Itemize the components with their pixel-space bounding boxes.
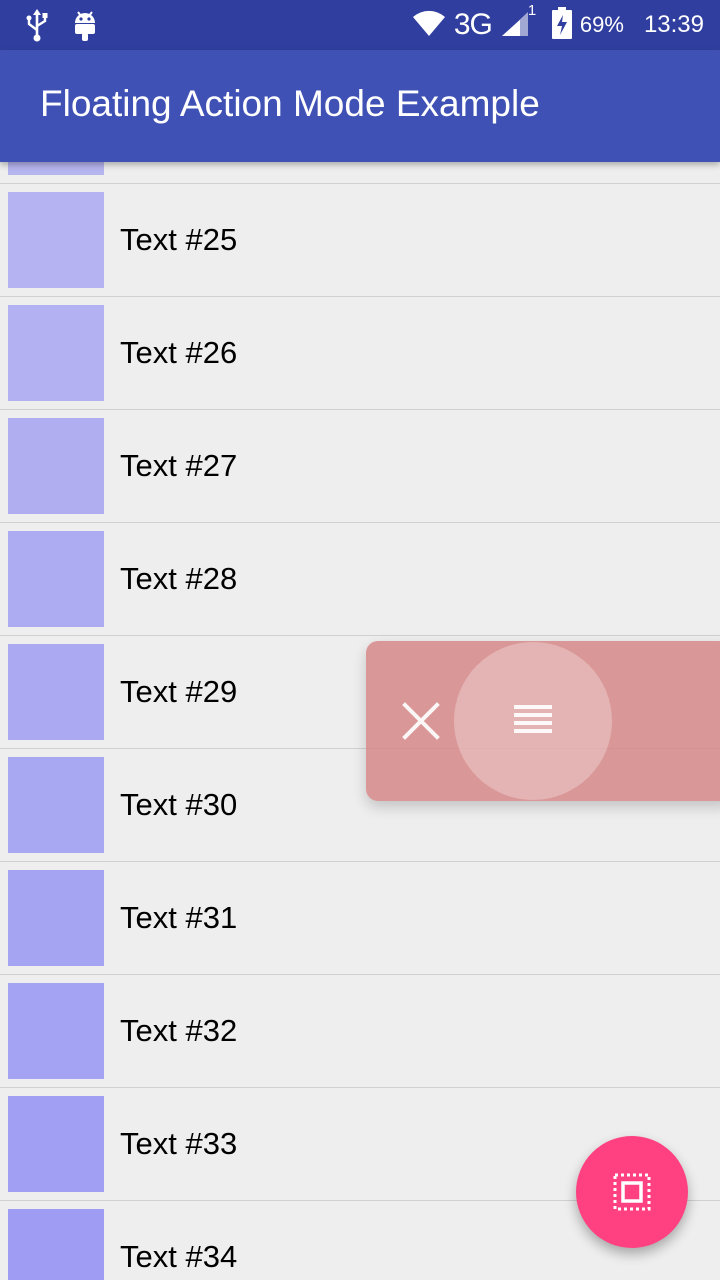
item-label: Text #28 xyxy=(120,561,238,596)
item-label: Text #32 xyxy=(120,1013,238,1048)
item-label: Text #26 xyxy=(120,335,238,370)
app-bar: Floating Action Mode Example xyxy=(0,50,720,162)
list-item[interactable]: Text #32 xyxy=(0,974,720,1087)
list-item[interactable]: Text #27 xyxy=(0,409,720,522)
item-label: Text #30 xyxy=(120,787,238,822)
android-debug-icon xyxy=(72,8,98,47)
item-label: Text #27 xyxy=(120,448,238,483)
item-thumbnail xyxy=(8,418,104,514)
wifi-icon xyxy=(412,9,446,42)
battery-icon xyxy=(551,6,572,44)
select-all-fab[interactable] xyxy=(576,1136,688,1248)
item-label: Text #29 xyxy=(120,674,238,709)
item-thumbnail xyxy=(8,192,104,288)
item-thumbnail xyxy=(8,162,104,175)
item-label: Text #34 xyxy=(120,1239,238,1274)
item-label: Text #25 xyxy=(120,222,238,257)
list-item[interactable]: Text #25 xyxy=(0,183,720,296)
network-type: 3G xyxy=(453,8,493,41)
list-action-button[interactable] xyxy=(454,642,612,800)
item-label: Text #33 xyxy=(120,1126,238,1161)
signal-superscript: 1 xyxy=(527,1,537,19)
status-bar: 3G 1 69% 13:39 xyxy=(0,0,720,50)
item-thumbnail xyxy=(8,644,104,740)
list-item[interactable]: Text #31 xyxy=(0,861,720,974)
signal-icon: 1 xyxy=(500,2,536,43)
item-thumbnail xyxy=(8,757,104,853)
battery-level: 69% xyxy=(579,12,624,37)
close-button[interactable] xyxy=(396,696,446,746)
clock: 13:39 xyxy=(643,11,704,38)
item-thumbnail xyxy=(8,1209,104,1280)
close-icon xyxy=(396,702,446,750)
floating-action-mode-bar[interactable] xyxy=(366,641,720,801)
item-label: Text #31 xyxy=(120,900,238,935)
item-thumbnail xyxy=(8,1096,104,1192)
list-item[interactable]: Text #28 xyxy=(0,522,720,635)
item-thumbnail xyxy=(8,305,104,401)
page-title: Floating Action Mode Example xyxy=(40,83,540,124)
list-item[interactable] xyxy=(0,162,720,183)
usb-icon xyxy=(24,8,50,47)
item-thumbnail xyxy=(8,531,104,627)
list-item[interactable]: Text #26 xyxy=(0,296,720,409)
item-thumbnail xyxy=(8,983,104,1079)
item-thumbnail xyxy=(8,870,104,966)
